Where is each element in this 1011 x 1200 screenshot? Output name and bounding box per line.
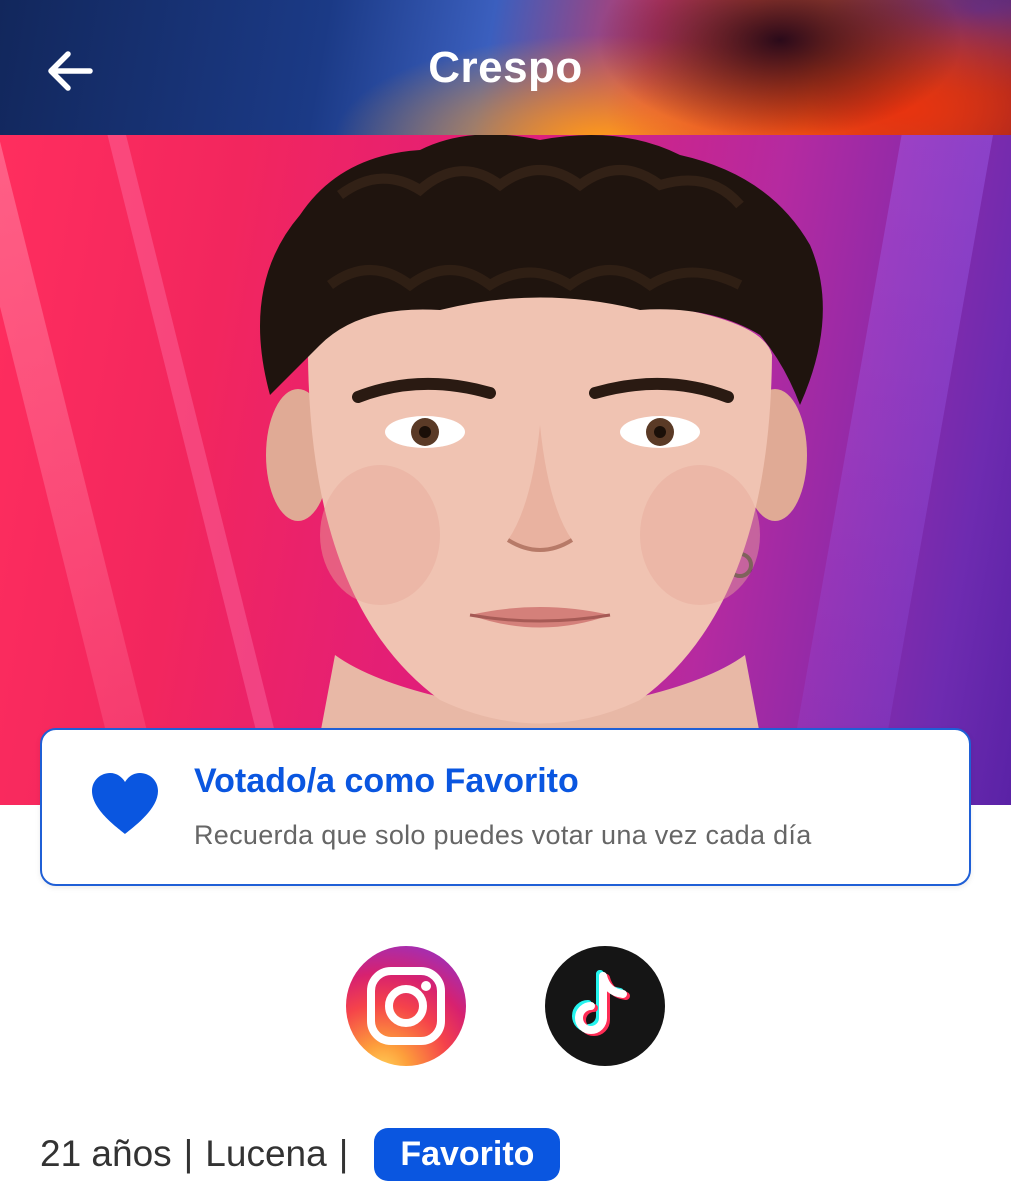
contestant-page: Crespo Votado/a como Favorito Recuerda q… xyxy=(0,0,1011,1200)
page-title: Crespo xyxy=(428,42,583,92)
contestant-info: 21 años | Lucena | Favorito xyxy=(40,1126,561,1182)
city-text: Lucena xyxy=(205,1133,327,1174)
tiktok-icon xyxy=(572,970,630,1036)
age-text: 21 años xyxy=(40,1133,172,1174)
vote-status-card: Votado/a como Favorito Recuerda que solo… xyxy=(40,728,971,886)
back-button[interactable] xyxy=(38,40,100,102)
instagram-icon xyxy=(367,967,445,1045)
contestant-portrait xyxy=(260,135,823,735)
app-header: Crespo xyxy=(0,0,1011,135)
vote-status-subtitle: Recuerda que solo puedes votar una vez c… xyxy=(194,820,812,850)
instagram-button[interactable] xyxy=(346,946,466,1066)
arrow-left-icon[interactable] xyxy=(44,49,94,93)
heart-icon xyxy=(92,773,158,834)
vote-status-title: Votado/a como Favorito xyxy=(194,762,579,800)
favorite-badge: Favorito xyxy=(374,1127,561,1181)
info-separator: | xyxy=(183,1133,194,1174)
contestant-photo xyxy=(0,135,1011,805)
info-separator: | xyxy=(338,1133,349,1174)
tiktok-button[interactable] xyxy=(545,946,665,1066)
